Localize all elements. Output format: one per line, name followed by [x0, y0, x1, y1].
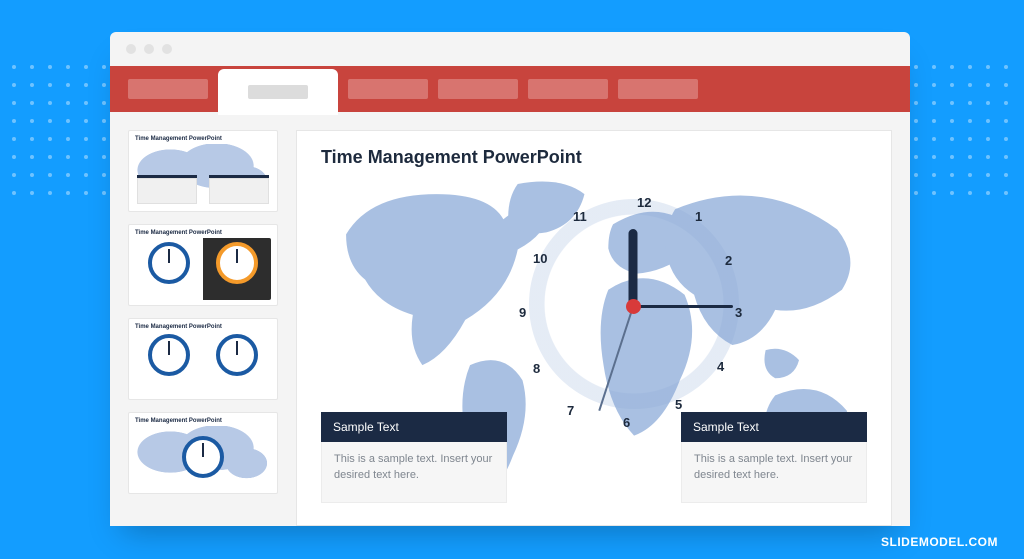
clock-icon: [216, 242, 258, 284]
slide-thumbnail[interactable]: Time Management PowerPoint: [128, 130, 278, 212]
clock-number: 12: [637, 195, 651, 210]
thumb-title: Time Management PowerPoint: [135, 324, 271, 330]
clock-number: 6: [623, 415, 630, 430]
slide-title: Time Management PowerPoint: [321, 147, 582, 168]
slide-thumbnail[interactable]: Time Management PowerPoint: [128, 318, 278, 400]
thumb-title: Time Management PowerPoint: [135, 230, 271, 236]
text-box-heading: Sample Text: [321, 412, 507, 442]
thumb-title: Time Management PowerPoint: [135, 136, 271, 142]
ribbon-tab[interactable]: [348, 79, 428, 99]
ribbon-tab[interactable]: [438, 79, 518, 99]
text-box-body: This is a sample text. Insert your desir…: [681, 442, 867, 503]
clock-pivot-icon: [626, 299, 641, 314]
workspace: Time Management PowerPoint Time Manageme…: [110, 112, 910, 526]
traffic-light-icon[interactable]: [126, 44, 136, 54]
slide-thumbnail[interactable]: Time Management PowerPoint: [128, 224, 278, 306]
traffic-light-icon[interactable]: [162, 44, 172, 54]
ribbon-tab[interactable]: [528, 79, 608, 99]
text-box-right[interactable]: Sample Text This is a sample text. Inser…: [681, 412, 867, 503]
thumb-title: Time Management PowerPoint: [135, 418, 271, 424]
clock-number: 2: [725, 253, 732, 268]
text-box-body: This is a sample text. Insert your desir…: [321, 442, 507, 503]
clock-icon: [216, 334, 258, 376]
clock-number: 8: [533, 361, 540, 376]
clock-number: 3: [735, 305, 742, 320]
watermark: SLIDEMODEL.COM: [881, 535, 998, 549]
clock-number: 4: [717, 359, 724, 374]
ribbon-tab-label: [248, 85, 308, 99]
clock-number: 11: [573, 209, 587, 224]
slide-thumbnail-panel: Time Management PowerPoint Time Manageme…: [128, 130, 278, 526]
traffic-light-icon[interactable]: [144, 44, 154, 54]
clock-number: 5: [675, 397, 682, 412]
slide-canvas[interactable]: Time Management PowerPoint: [296, 130, 892, 526]
clock-number: 1: [695, 209, 702, 224]
text-box-heading: Sample Text: [681, 412, 867, 442]
ribbon-tab[interactable]: [618, 79, 698, 99]
slide-thumbnail[interactable]: Time Management PowerPoint: [128, 412, 278, 494]
text-box-left[interactable]: Sample Text This is a sample text. Inser…: [321, 412, 507, 503]
clock-hour-hand: [629, 229, 638, 307]
ribbon-bar: [110, 66, 910, 112]
ribbon-tab-active[interactable]: [218, 69, 338, 115]
clock-icon: [148, 334, 190, 376]
clock-icon: [148, 242, 190, 284]
clock-number: 9: [519, 305, 526, 320]
window-titlebar: [110, 32, 910, 66]
clock-number: 7: [567, 403, 574, 418]
app-window: Time Management PowerPoint Time Manageme…: [110, 32, 910, 526]
clock-icon: [182, 436, 224, 478]
ribbon-tab[interactable]: [128, 79, 208, 99]
clock-number: 10: [533, 251, 547, 266]
